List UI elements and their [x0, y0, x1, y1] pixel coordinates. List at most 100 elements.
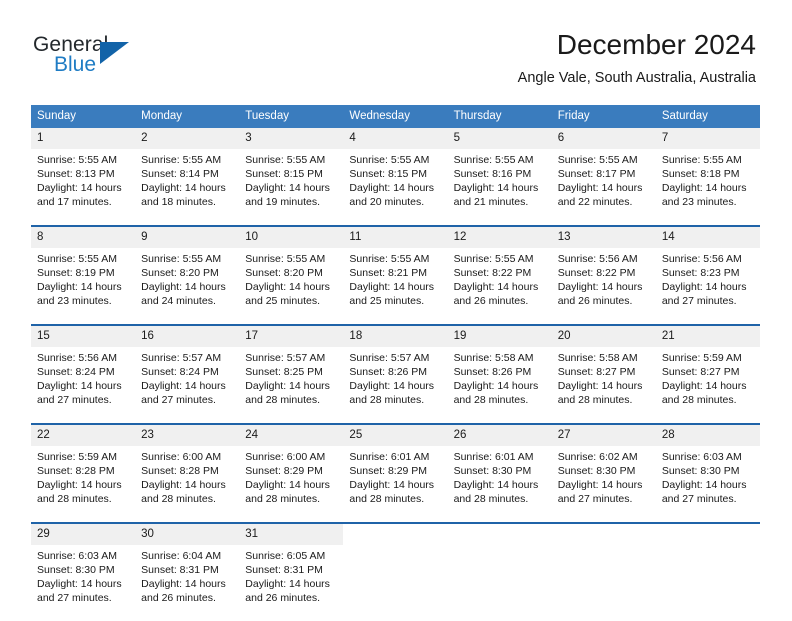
- day-detail-cell[interactable]: Sunrise: 5:58 AM Sunset: 8:26 PM Daylight:…: [447, 347, 552, 423]
- day-number-cell[interactable]: 24: [239, 425, 344, 446]
- day-number-cell[interactable]: 4: [343, 128, 448, 149]
- day-detail-cell[interactable]: Sunrise: 5:55 AM Sunset: 8:15 PM Daylight:…: [239, 149, 344, 225]
- daylight-text-line1: Daylight: 14 hours: [557, 182, 643, 194]
- day-detail-cell[interactable]: Sunrise: 5:57 AM Sunset: 8:25 PM Daylight:…: [239, 347, 344, 423]
- sunrise-text: Sunrise: 5:55 AM: [141, 154, 222, 166]
- day-detail-cell[interactable]: Sunrise: 5:55 AM Sunset: 8:17 PM Daylight:…: [551, 149, 656, 225]
- day-number-cell[interactable]: 30: [135, 524, 240, 545]
- day-detail-cell[interactable]: Sunrise: 6:03 AM Sunset: 8:30 PM Daylight:…: [655, 446, 760, 522]
- daylight-text-line1: Daylight: 14 hours: [37, 380, 122, 392]
- day-number-cell[interactable]: 25: [343, 425, 448, 446]
- day-number-cell[interactable]: 21: [655, 326, 760, 347]
- general-blue-logo[interactable]: General Blue: [33, 33, 213, 83]
- day-detail-cell[interactable]: Sunrise: 5:59 AM Sunset: 8:28 PM Daylight:…: [31, 446, 136, 522]
- day-number-cell[interactable]: 6: [551, 128, 656, 149]
- day-number-cell[interactable]: 11: [343, 227, 448, 248]
- day-detail-cell[interactable]: Sunrise: 6:00 AM Sunset: 8:29 PM Daylight:…: [239, 446, 344, 522]
- day-number-cell[interactable]: 18: [343, 326, 448, 347]
- week-daynumber-row: 1234567: [31, 128, 760, 149]
- day-detail-cell[interactable]: Sunrise: 6:05 AM Sunset: 8:31 PM Daylight:…: [239, 545, 344, 621]
- day-detail-cell[interactable]: Sunrise: 5:55 AM Sunset: 8:13 PM Daylight:…: [31, 149, 136, 225]
- sunset-text: Sunset: 8:15 PM: [349, 168, 428, 180]
- sunset-text: Sunset: 8:20 PM: [245, 267, 323, 279]
- day-detail-cell[interactable]: Sunrise: 5:57 AM Sunset: 8:24 PM Daylight:…: [135, 347, 240, 423]
- daylight-text-line1: Daylight: 14 hours: [661, 281, 747, 293]
- weekday-header-friday: Friday: [551, 105, 656, 128]
- day-detail-cell[interactable]: Sunrise: 6:00 AM Sunset: 8:28 PM Daylight:…: [135, 446, 240, 522]
- day-number-cell[interactable]: 14: [655, 227, 760, 248]
- day-detail-cell[interactable]: Sunrise: 5:57 AM Sunset: 8:26 PM Daylight:…: [343, 347, 448, 423]
- day-detail-cell[interactable]: Sunrise: 5:55 AM Sunset: 8:18 PM Daylight:…: [655, 149, 760, 225]
- day-detail-cell[interactable]: Sunrise: 6:03 AM Sunset: 8:30 PM Daylight:…: [31, 545, 136, 621]
- day-detail-cell[interactable]: Sunrise: 5:59 AM Sunset: 8:27 PM Daylight:…: [655, 347, 760, 423]
- day-number-cell[interactable]: 20: [551, 326, 656, 347]
- day-number-cell[interactable]: 28: [655, 425, 760, 446]
- day-detail-cell[interactable]: Sunrise: 6:04 AM Sunset: 8:31 PM Daylight:…: [135, 545, 240, 621]
- daylight-text-line2: and 27 minutes.: [661, 295, 737, 307]
- daylight-text-line2: and 25 minutes.: [245, 295, 320, 307]
- day-detail-cell[interactable]: Sunrise: 5:56 AM Sunset: 8:24 PM Daylight:…: [31, 347, 136, 423]
- daylight-text-line1: Daylight: 14 hours: [349, 479, 435, 491]
- day-number-cell[interactable]: 5: [447, 128, 552, 149]
- sunrise-text: Sunrise: 5:55 AM: [37, 253, 117, 265]
- sunrise-text: Sunrise: 5:55 AM: [37, 154, 117, 166]
- day-detail-cell[interactable]: Sunrise: 5:55 AM Sunset: 8:22 PM Daylight:…: [447, 248, 552, 324]
- day-detail-cell[interactable]: Sunrise: 6:01 AM Sunset: 8:30 PM Daylight:…: [447, 446, 552, 522]
- day-detail-cell[interactable]: Sunrise: 5:58 AM Sunset: 8:27 PM Daylight:…: [551, 347, 656, 423]
- daylight-text-line1: Daylight: 14 hours: [245, 281, 330, 293]
- daylight-text-line1: Daylight: 14 hours: [349, 182, 435, 194]
- day-number-cell[interactable]: 3: [239, 128, 344, 149]
- day-detail-cell[interactable]: Sunrise: 5:55 AM Sunset: 8:16 PM Daylight:…: [447, 149, 552, 225]
- day-detail-cell-empty: [447, 545, 552, 621]
- sunrise-text: Sunrise: 6:00 AM: [141, 451, 222, 463]
- day-detail-cell[interactable]: Sunrise: 5:55 AM Sunset: 8:20 PM Daylight:…: [239, 248, 344, 324]
- day-detail-cell[interactable]: Sunrise: 5:55 AM Sunset: 8:20 PM Daylight:…: [135, 248, 240, 324]
- day-number-cell[interactable]: 27: [551, 425, 656, 446]
- day-number-cell[interactable]: 12: [447, 227, 552, 248]
- sunset-text: Sunset: 8:15 PM: [245, 168, 323, 180]
- day-detail-cell[interactable]: Sunrise: 6:02 AM Sunset: 8:30 PM Daylight:…: [551, 446, 656, 522]
- sunset-text: Sunset: 8:27 PM: [661, 366, 740, 378]
- daylight-text-line2: and 23 minutes.: [37, 295, 112, 307]
- sunrise-text: Sunrise: 5:55 AM: [453, 253, 534, 265]
- logo-text-blue: Blue: [54, 53, 97, 76]
- day-number-cell[interactable]: 8: [31, 227, 136, 248]
- sunrise-text: Sunrise: 6:03 AM: [661, 451, 742, 463]
- day-number-cell[interactable]: 17: [239, 326, 344, 347]
- daylight-text-line2: and 26 minutes.: [141, 592, 216, 604]
- day-number-cell[interactable]: 1: [31, 128, 136, 149]
- day-detail-cell[interactable]: Sunrise: 5:55 AM Sunset: 8:21 PM Daylight:…: [343, 248, 448, 324]
- sunrise-text: Sunrise: 5:55 AM: [349, 253, 430, 265]
- day-number-cell[interactable]: 13: [551, 227, 656, 248]
- calendar-header-row: Sunday Monday Tuesday Wednesday Thursday…: [31, 105, 760, 128]
- day-number-cell[interactable]: 29: [31, 524, 136, 545]
- day-detail-cell[interactable]: Sunrise: 5:56 AM Sunset: 8:22 PM Daylight:…: [551, 248, 656, 324]
- daylight-text-line1: Daylight: 14 hours: [453, 281, 539, 293]
- day-number-cell[interactable]: 19: [447, 326, 552, 347]
- daylight-text-line1: Daylight: 14 hours: [661, 380, 747, 392]
- sunrise-text: Sunrise: 5:56 AM: [37, 352, 117, 364]
- sunrise-text: Sunrise: 5:58 AM: [557, 352, 638, 364]
- day-number-cell[interactable]: 10: [239, 227, 344, 248]
- day-detail-cell[interactable]: Sunrise: 5:55 AM Sunset: 8:19 PM Daylight:…: [31, 248, 136, 324]
- day-number-cell[interactable]: 9: [135, 227, 240, 248]
- sunrise-text: Sunrise: 6:03 AM: [37, 550, 117, 562]
- day-number-cell[interactable]: 15: [31, 326, 136, 347]
- day-number-cell[interactable]: 16: [135, 326, 240, 347]
- day-detail-cell[interactable]: Sunrise: 6:01 AM Sunset: 8:29 PM Daylight:…: [343, 446, 448, 522]
- day-detail-cell[interactable]: Sunrise: 5:55 AM Sunset: 8:15 PM Daylight:…: [343, 149, 448, 225]
- day-number-cell[interactable]: 22: [31, 425, 136, 446]
- weekday-header-tuesday: Tuesday: [239, 105, 344, 128]
- day-detail-cell[interactable]: Sunrise: 5:55 AM Sunset: 8:14 PM Daylight:…: [135, 149, 240, 225]
- sunset-text: Sunset: 8:19 PM: [37, 267, 115, 279]
- day-number-cell-empty: [655, 524, 760, 545]
- day-number-cell[interactable]: 2: [135, 128, 240, 149]
- week-daynumber-row: 22 23 24 25 26 27 28: [31, 425, 760, 446]
- week-daynumber-row: 29 30 31: [31, 524, 760, 545]
- daylight-text-line2: and 26 minutes.: [557, 295, 633, 307]
- day-number-cell[interactable]: 23: [135, 425, 240, 446]
- day-number-cell[interactable]: 31: [239, 524, 344, 545]
- day-number-cell[interactable]: 26: [447, 425, 552, 446]
- day-number-cell[interactable]: 7: [655, 128, 760, 149]
- day-detail-cell[interactable]: Sunrise: 5:56 AM Sunset: 8:23 PM Daylight:…: [655, 248, 760, 324]
